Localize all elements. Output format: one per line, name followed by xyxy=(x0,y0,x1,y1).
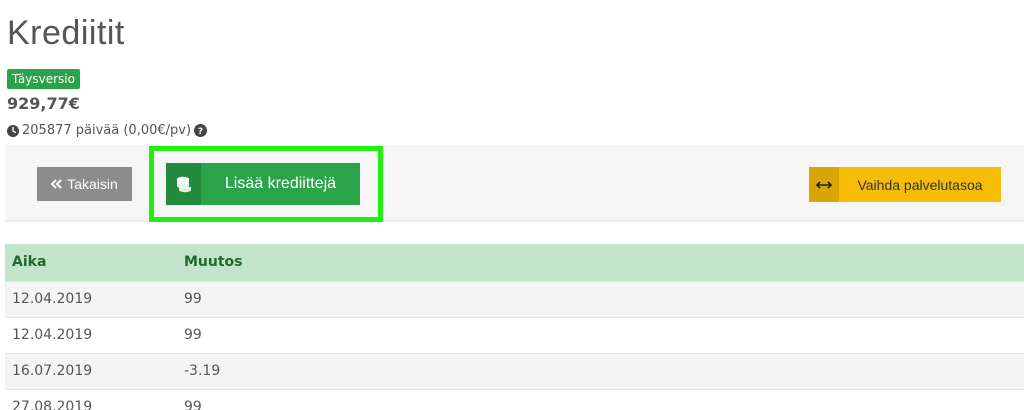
table-row: 16.07.2019 -3.19 xyxy=(5,352,1024,389)
table-row: 12.04.2019 99 xyxy=(5,280,1024,317)
row-date: 12.04.2019 xyxy=(5,280,184,317)
row-change: -3.19 xyxy=(184,352,1024,389)
svg-text:?: ? xyxy=(198,127,203,137)
back-button-label: Takaisin xyxy=(67,176,118,192)
table-header-row: Aika Muutos xyxy=(5,244,1024,281)
action-toolbar: Takaisin Lisää krediittejä Vaihda palvel… xyxy=(5,145,1024,222)
double-chevron-left-icon xyxy=(50,176,63,192)
table-row: 27.08.2019 99 xyxy=(5,388,1024,410)
help-icon[interactable]: ? xyxy=(194,124,208,137)
coins-icon xyxy=(166,163,201,205)
change-plan-button[interactable]: Vaihda palvelutasoa xyxy=(809,167,1001,202)
row-change: 99 xyxy=(184,280,1024,317)
back-button[interactable]: Takaisin xyxy=(37,167,132,201)
row-change: 99 xyxy=(184,316,1024,353)
days-remaining: 205877 päivää (0,00€/pv) ? xyxy=(7,123,208,138)
row-date: 12.04.2019 xyxy=(5,316,184,353)
clock-icon xyxy=(7,124,19,137)
page-title: Krediitit xyxy=(7,14,125,52)
change-plan-label: Vaihda palvelutasoa xyxy=(857,176,983,193)
plan-badge: Täysversio xyxy=(7,69,80,89)
table-row: 12.04.2019 99 xyxy=(5,316,1024,353)
days-remaining-text: 205877 päivää (0,00€/pv) xyxy=(22,123,192,138)
row-change: 99 xyxy=(184,388,1024,410)
add-credits-button[interactable]: Lisää krediittejä xyxy=(166,163,360,205)
arrows-horizontal-icon xyxy=(809,167,839,202)
credit-balance: 929,77€ xyxy=(7,94,80,113)
row-date: 27.08.2019 xyxy=(5,388,184,410)
row-date: 16.07.2019 xyxy=(5,352,184,389)
add-credits-label: Lisää krediittejä xyxy=(224,175,337,192)
column-header-time: Aika xyxy=(5,244,184,281)
credit-history-table: Aika Muutos 12.04.2019 99 12.04.2019 99 … xyxy=(5,244,1024,410)
column-header-change: Muutos xyxy=(184,244,1024,281)
